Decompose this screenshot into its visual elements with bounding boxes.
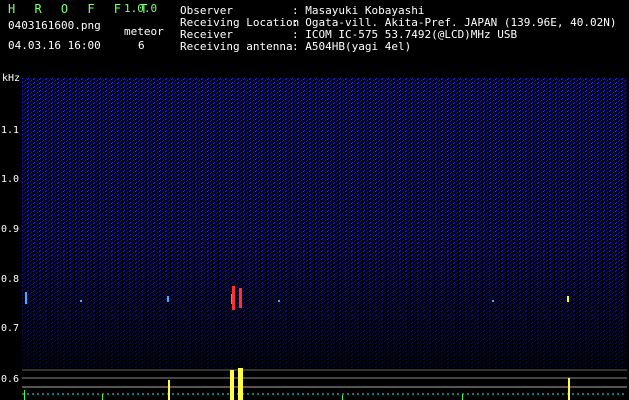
freq-tick: 1.0: [1, 174, 20, 185]
spectrogram: [22, 78, 627, 368]
level-bar: [238, 368, 243, 400]
meteor-label: meteor: [124, 25, 164, 38]
echo-trace: [25, 292, 27, 304]
level-bar: [462, 394, 463, 400]
meteor-count: 6: [138, 39, 145, 52]
level-bar: [568, 378, 570, 400]
echo-trace: [80, 300, 82, 302]
level-bar: [342, 395, 343, 400]
level-bar: [168, 380, 170, 400]
antenna-label: Receiving antenna: [180, 40, 293, 53]
noise-fade: [22, 78, 627, 368]
level-panel: [22, 368, 627, 400]
level-bar: [230, 370, 234, 400]
datetime: 04.03.16 16:00: [8, 39, 101, 52]
echo-trace: [492, 300, 494, 302]
freq-tick: 0.8: [1, 274, 20, 285]
freq-tick: 0.7: [1, 323, 20, 334]
echo-trace: [232, 286, 235, 310]
header: H R O F F T 1.0.0 0403161600.png meteor …: [0, 0, 629, 76]
echo-trace: [278, 300, 280, 302]
file-name: 0403161600.png: [8, 19, 101, 32]
app-version: 1.0.0: [124, 2, 158, 15]
level-bar: [24, 390, 25, 400]
echo-trace: [567, 296, 569, 302]
echo-trace: [231, 294, 232, 304]
freq-tick: 0.9: [1, 224, 20, 235]
echo-trace: [239, 288, 242, 308]
level-bar: [102, 394, 103, 400]
echo-trace: [167, 296, 169, 302]
freq-tick: 0.6: [1, 374, 20, 385]
freq-tick: 1.1: [1, 125, 20, 136]
antenna-value: : A504HB(yagi 4el): [292, 40, 412, 53]
